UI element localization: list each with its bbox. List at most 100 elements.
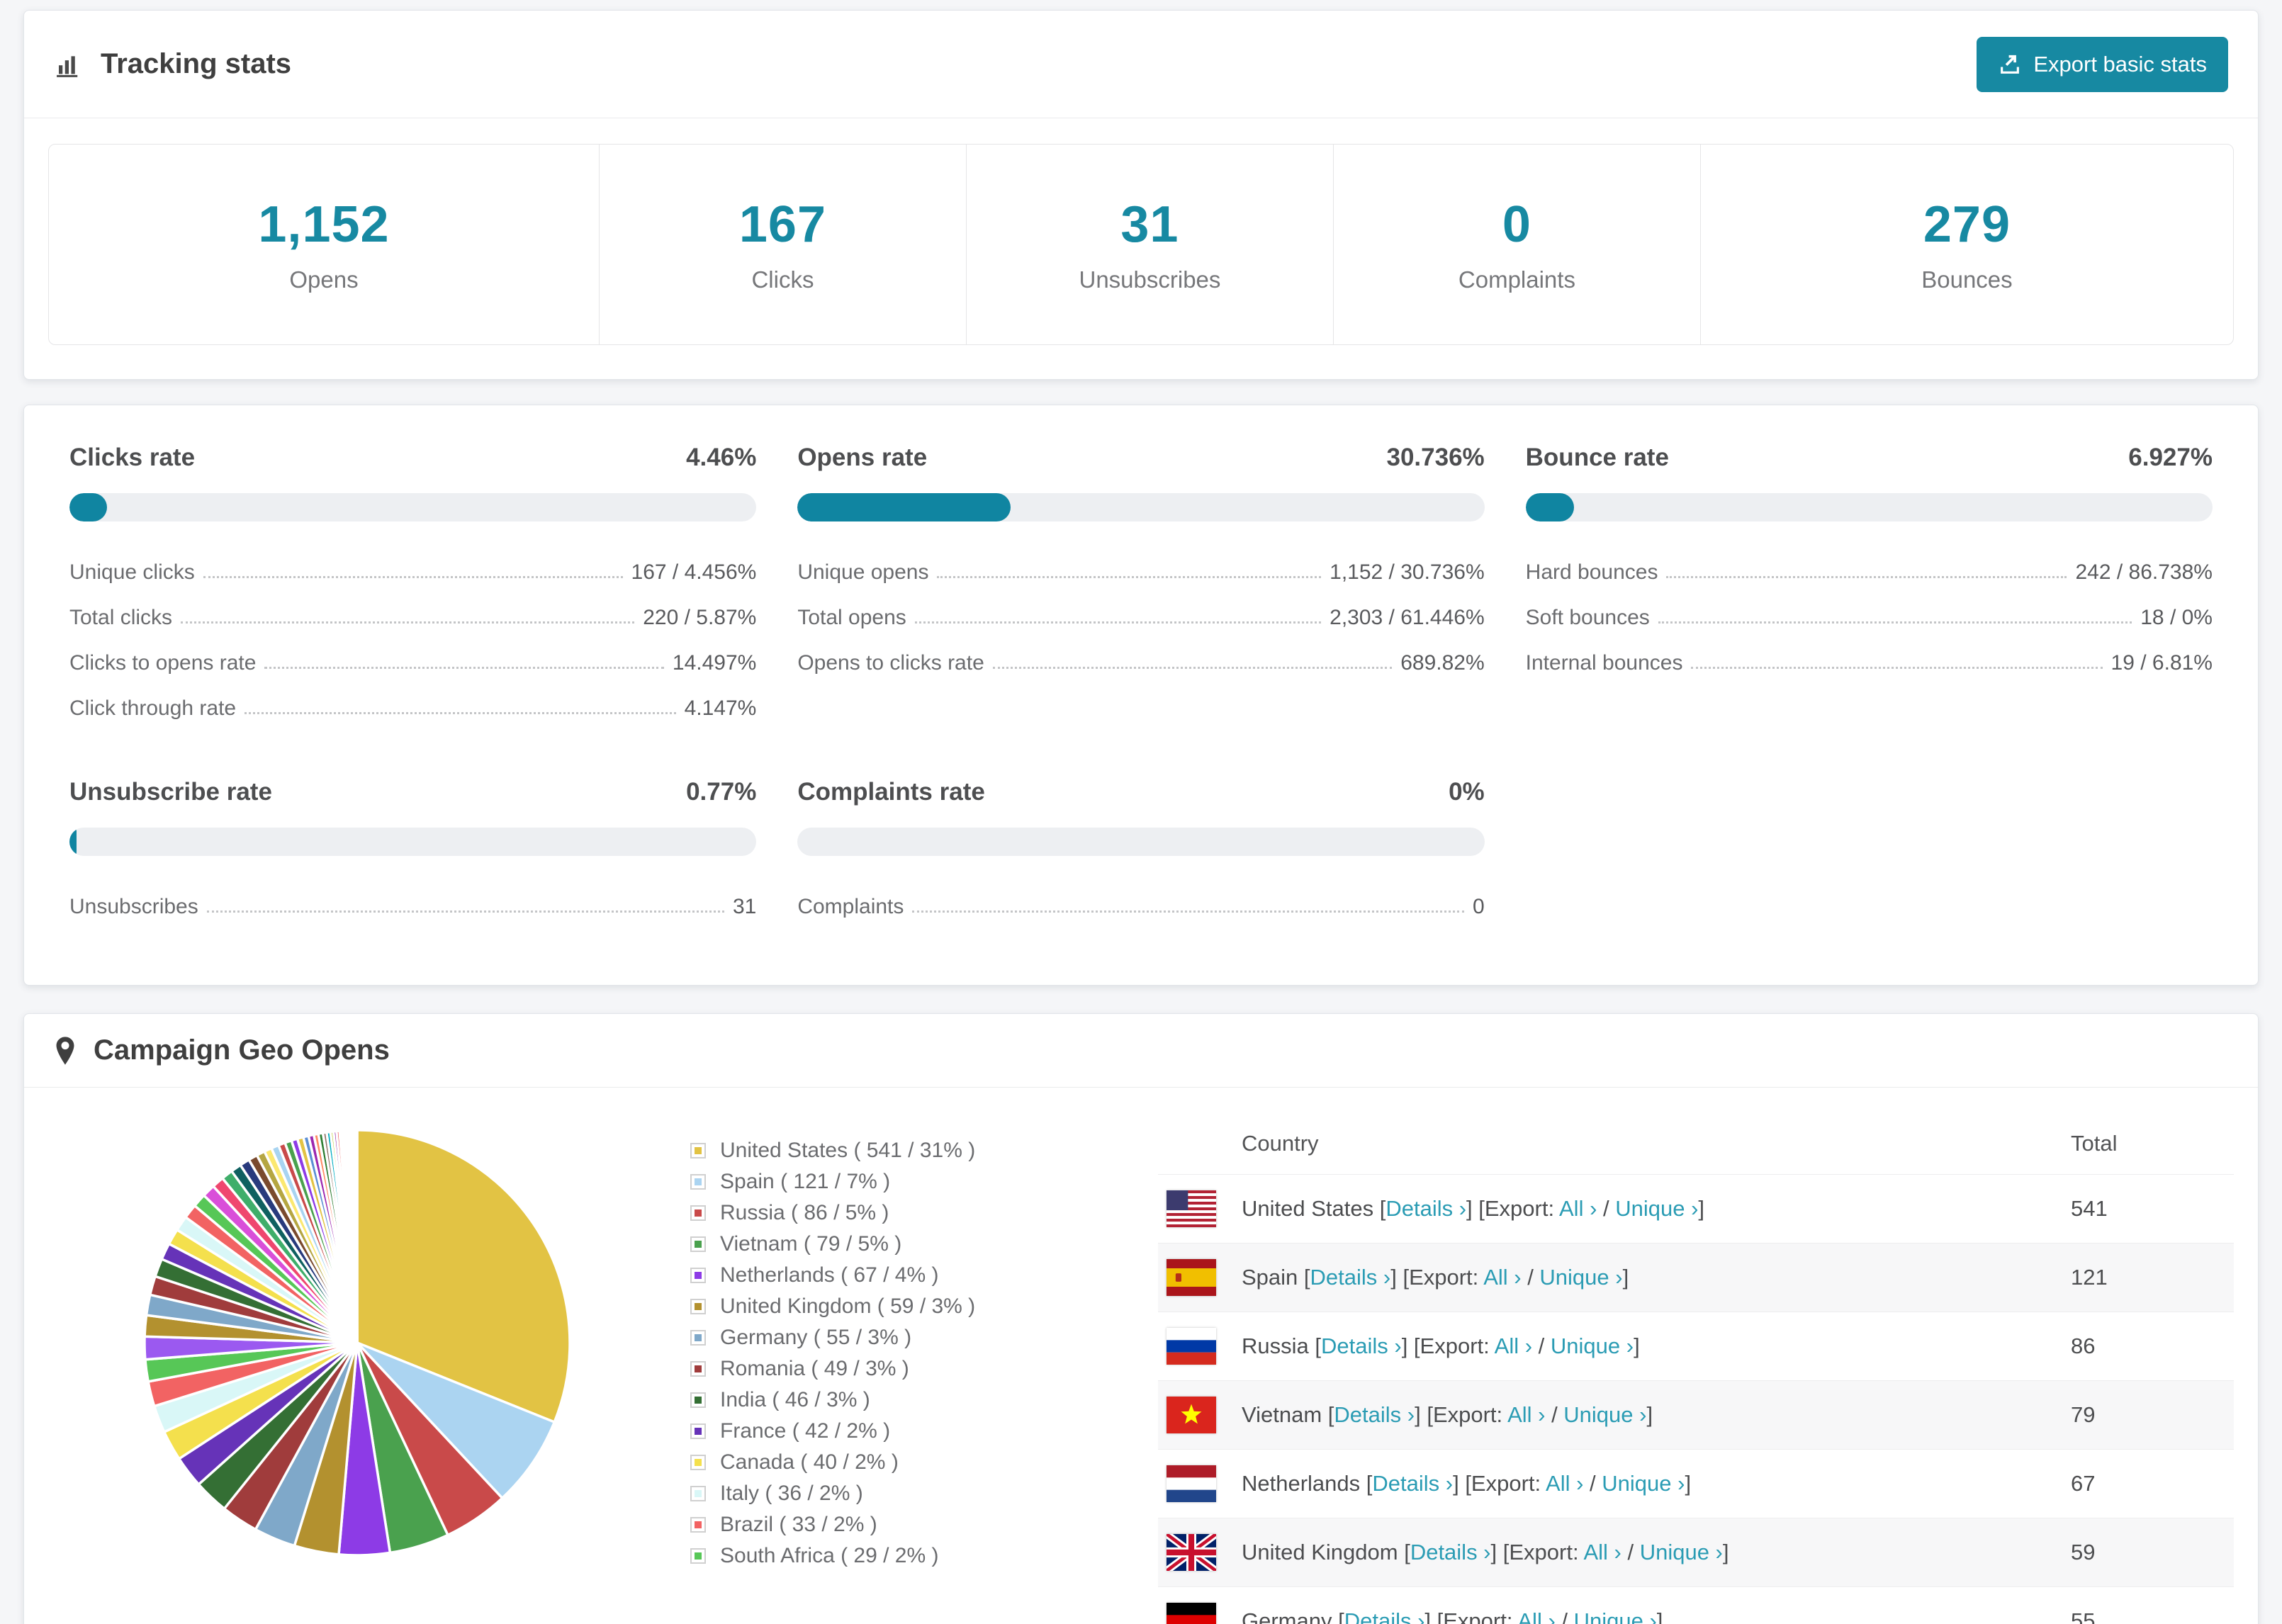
export-unique-link[interactable]: Unique ›	[1563, 1402, 1646, 1427]
details-link[interactable]: Details ›	[1334, 1402, 1415, 1427]
legend-item[interactable]: Vietnam ( 79 / 5% )	[690, 1232, 1158, 1256]
dotted-leader	[264, 667, 664, 669]
export-unique-link[interactable]: Unique ›	[1551, 1333, 1634, 1358]
export-button-label: Export basic stats	[2033, 51, 2207, 77]
legend-item[interactable]: France ( 42 / 2% )	[690, 1419, 1158, 1443]
legend-swatch	[690, 1455, 706, 1470]
flag-nl-icon	[1167, 1465, 1216, 1502]
rate-detail-row: Click through rate 4.147%	[69, 686, 756, 731]
rate-detail-value: 19 / 6.81%	[2110, 651, 2213, 675]
legend-item[interactable]: South Africa ( 29 / 2% )	[690, 1544, 1158, 1568]
map-pin-icon	[54, 1036, 77, 1066]
rate-detail-value: 4.147%	[684, 697, 757, 720]
column-header-country: Country	[1242, 1131, 1319, 1156]
legend-item[interactable]: Netherlands ( 67 / 4% )	[690, 1263, 1158, 1287]
tracking-stats-header: Tracking stats Export basic stats	[24, 11, 2258, 118]
legend-swatch	[690, 1174, 706, 1190]
dotted-leader	[203, 576, 623, 578]
rate-detail-label: Complaints	[797, 895, 904, 918]
rate-panel: Clicks rate 4.46% Unique clicks 167 / 4.…	[69, 444, 757, 731]
flag-ru-icon	[1167, 1328, 1216, 1365]
progress-bar-fill	[69, 828, 77, 856]
export-unique-link[interactable]: Unique ›	[1640, 1540, 1723, 1564]
bracket: ] [Export:	[1401, 1333, 1495, 1358]
legend-label: South Africa ( 29 / 2% )	[720, 1544, 939, 1567]
legend-label: France ( 42 / 2% )	[720, 1419, 891, 1443]
export-unique-link[interactable]: Unique ›	[1539, 1265, 1622, 1290]
total-cell: 79	[2071, 1402, 2096, 1427]
rate-detail-label: Clicks to opens rate	[69, 651, 257, 675]
stat-label: Opens	[289, 266, 359, 293]
stat-cell: 167 Clicks	[600, 145, 967, 344]
rate-detail-row: Clicks to opens rate 14.497%	[69, 641, 756, 686]
rate-detail-value: 220 / 5.87%	[643, 606, 757, 629]
rate-detail-label: Unique opens	[797, 560, 929, 584]
legend-item[interactable]: Spain ( 121 / 7% )	[690, 1170, 1158, 1194]
legend-item[interactable]: Brazil ( 33 / 2% )	[690, 1513, 1158, 1537]
pie-slice[interactable]	[355, 1129, 359, 1344]
export-unique-link[interactable]: Unique ›	[1602, 1471, 1685, 1496]
bracket: ]	[1646, 1402, 1653, 1427]
country-cell: Netherlands [Details ›] [Export: All › /…	[1242, 1471, 2071, 1496]
rate-value: 6.927%	[2128, 444, 2213, 471]
bracket: ] [Export:	[1424, 1608, 1518, 1624]
details-link[interactable]: Details ›	[1410, 1540, 1491, 1564]
details-link[interactable]: Details ›	[1310, 1265, 1391, 1290]
rate-detail-label: Click through rate	[69, 697, 237, 720]
geo-opens-pie-chart	[143, 1129, 571, 1557]
rate-panel-head: Clicks rate 4.46%	[69, 444, 756, 472]
legend-item[interactable]: Russia ( 86 / 5% )	[690, 1201, 1158, 1225]
legend-swatch	[690, 1486, 706, 1501]
separator: /	[1597, 1196, 1616, 1221]
bracket: [	[1298, 1265, 1310, 1290]
legend-item[interactable]: United Kingdom ( 59 / 3% )	[690, 1295, 1158, 1319]
export-all-link[interactable]: All ›	[1559, 1196, 1597, 1221]
rate-value: 30.736%	[1386, 444, 1485, 471]
legend-item[interactable]: Romania ( 49 / 3% )	[690, 1357, 1158, 1381]
export-unique-link[interactable]: Unique ›	[1615, 1196, 1698, 1221]
export-unique-link[interactable]: Unique ›	[1574, 1608, 1657, 1624]
export-all-link[interactable]: All ›	[1583, 1540, 1621, 1564]
geo-table-row: Russia [Details ›] [Export: All › / Uniq…	[1158, 1312, 2234, 1380]
rate-detail-value: 242 / 86.738%	[2075, 560, 2213, 584]
legend-label: Canada ( 40 / 2% )	[720, 1450, 899, 1474]
export-all-link[interactable]: All ›	[1483, 1265, 1521, 1290]
legend-swatch	[690, 1548, 706, 1564]
rate-detail-row: Opens to clicks rate 689.82%	[797, 641, 1484, 686]
details-link[interactable]: Details ›	[1372, 1471, 1453, 1496]
geo-table-row: Spain [Details ›] [Export: All › / Uniqu…	[1158, 1243, 2234, 1312]
rate-detail-label: Unique clicks	[69, 560, 195, 584]
export-all-link[interactable]: All ›	[1495, 1333, 1532, 1358]
legend-item[interactable]: Italy ( 36 / 2% )	[690, 1482, 1158, 1506]
rate-panel-head: Opens rate 30.736%	[797, 444, 1484, 472]
bracket: ]	[1656, 1608, 1663, 1624]
legend-item[interactable]: Canada ( 40 / 2% )	[690, 1450, 1158, 1474]
rate-detail-row: Internal bounces 19 / 6.81%	[1526, 641, 2213, 686]
dotted-leader	[912, 910, 1464, 913]
legend-item[interactable]: Germany ( 55 / 3% )	[690, 1326, 1158, 1350]
country-cell: Spain [Details ›] [Export: All › / Uniqu…	[1242, 1265, 2071, 1290]
rate-panel: Bounce rate 6.927% Hard bounces 242 / 86…	[1525, 444, 2213, 731]
details-link[interactable]: Details ›	[1321, 1333, 1402, 1358]
rate-detail-row: Hard bounces 242 / 86.738%	[1526, 550, 2213, 595]
legend-item[interactable]: India ( 46 / 3% )	[690, 1388, 1158, 1412]
export-all-link[interactable]: All ›	[1517, 1608, 1555, 1624]
dotted-leader	[992, 667, 1393, 669]
stat-label: Complaints	[1458, 266, 1575, 293]
geo-table-row: United States [Details ›] [Export: All ›…	[1158, 1174, 2234, 1243]
campaign-geo-opens-card: Campaign Geo Opens United States ( 541 /…	[23, 1013, 2259, 1624]
export-basic-stats-button[interactable]: Export basic stats	[1977, 36, 2228, 92]
separator: /	[1583, 1471, 1602, 1496]
stat-cell: 279 Bounces	[1701, 145, 2233, 344]
details-link[interactable]: Details ›	[1386, 1196, 1466, 1221]
details-link[interactable]: Details ›	[1344, 1608, 1425, 1624]
export-all-link[interactable]: All ›	[1546, 1471, 1583, 1496]
rate-detail-value: 14.497%	[672, 651, 757, 675]
export-all-link[interactable]: All ›	[1507, 1402, 1545, 1427]
flag-vn-icon	[1167, 1397, 1216, 1433]
rate-detail-row: Total opens 2,303 / 61.446%	[797, 595, 1484, 641]
legend-item[interactable]: United States ( 541 / 31% )	[690, 1139, 1158, 1163]
rates-row-2: Unsubscribe rate 0.77% Unsubscribes 31 C…	[69, 778, 2213, 930]
bracket: ] [Export:	[1415, 1402, 1508, 1427]
geo-table-rows: United States [Details ›] [Export: All ›…	[1158, 1174, 2234, 1624]
